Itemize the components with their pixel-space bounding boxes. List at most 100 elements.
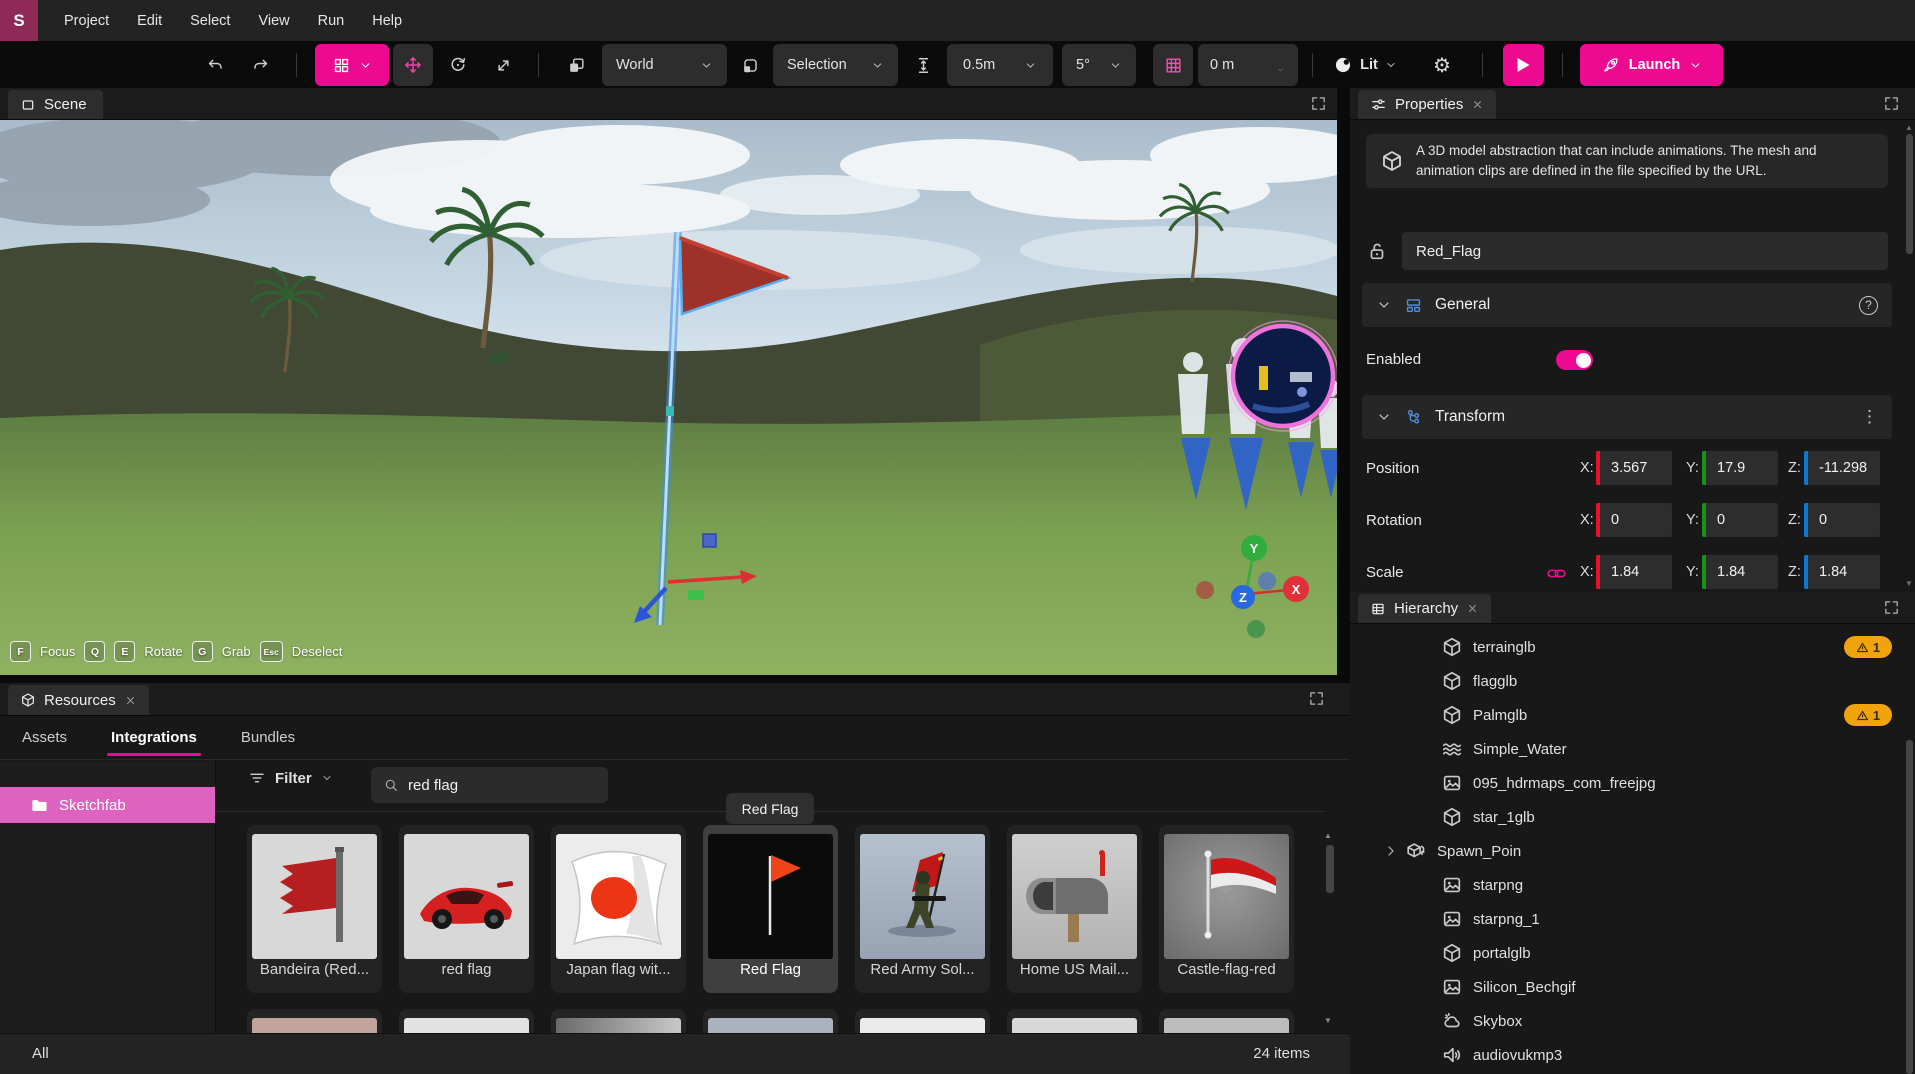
position-y-input[interactable]: 17.9	[1702, 451, 1778, 485]
filter-button[interactable]: Filter	[248, 769, 333, 787]
menu-project[interactable]: Project	[50, 0, 123, 41]
bounding-box-button[interactable]	[732, 44, 768, 86]
menu-run[interactable]: Run	[304, 0, 359, 41]
asset-card-partial[interactable]	[247, 1009, 382, 1033]
scroll-down-icon[interactable]: ▼	[1905, 579, 1913, 588]
asset-card-partial[interactable]	[703, 1009, 838, 1033]
hierarchy-item[interactable]: flagglb	[1350, 664, 1898, 698]
kebab-menu-icon[interactable]: ⋮	[1861, 407, 1878, 427]
hierarchy-item[interactable]: 095_hdrmaps_com_freejpg	[1350, 766, 1898, 800]
close-icon[interactable]	[1471, 98, 1484, 111]
rotate-tool-button[interactable]	[440, 44, 476, 86]
expand-icon[interactable]	[1310, 95, 1328, 113]
section-transform-header[interactable]: Transform ⋮	[1362, 395, 1892, 439]
asset-card-partial[interactable]	[551, 1009, 686, 1033]
lock-open-icon[interactable]	[1366, 240, 1388, 262]
undo-button[interactable]	[197, 44, 233, 86]
position-z-input[interactable]: -11.298	[1804, 451, 1880, 485]
menu-view[interactable]: View	[244, 0, 303, 41]
rotation-z-input[interactable]: 0	[1804, 503, 1880, 537]
hierarchy-item[interactable]: Silicon_Bechgif	[1350, 970, 1898, 1004]
grid-scrollbar[interactable]	[1326, 845, 1334, 893]
launch-button[interactable]: Launch	[1580, 44, 1723, 86]
step-height-icon[interactable]	[905, 44, 941, 86]
expand-icon[interactable]	[1883, 95, 1901, 113]
asset-card[interactable]: Red Army Sol...	[855, 825, 990, 993]
subtab-bundles[interactable]: Bundles	[219, 716, 317, 760]
elevation-stepper[interactable]: 0 m	[1198, 44, 1298, 86]
subtab-assets[interactable]: Assets	[0, 716, 89, 760]
hierarchy-item[interactable]: portalglb	[1350, 936, 1898, 970]
asset-card-partial[interactable]	[1007, 1009, 1142, 1033]
asset-card-partial[interactable]	[1159, 1009, 1294, 1033]
key-e: E	[114, 641, 135, 662]
scroll-up-icon[interactable]: ▲	[1324, 831, 1332, 840]
tab-properties[interactable]: Properties	[1358, 90, 1496, 119]
section-general-header[interactable]: General ?	[1362, 283, 1892, 327]
render-mode-dropdown[interactable]: Lit	[1322, 44, 1408, 86]
chevron-right-icon[interactable]	[1383, 843, 1399, 859]
enabled-toggle[interactable]	[1556, 350, 1593, 370]
duplicate-button[interactable]	[558, 44, 594, 86]
redo-button[interactable]	[242, 44, 278, 86]
move-tool-button[interactable]	[393, 44, 433, 86]
rotation-y-input[interactable]: 0	[1702, 503, 1778, 537]
asset-card[interactable]: Japan flag wit...	[551, 825, 686, 993]
hierarchy-scrollbar[interactable]	[1906, 740, 1913, 1074]
space-mode-dropdown[interactable]: World	[602, 44, 727, 86]
hierarchy-item[interactable]: Skybox	[1350, 1004, 1898, 1038]
help-icon[interactable]: ?	[1859, 296, 1878, 315]
scale-y-input[interactable]: 1.84	[1702, 555, 1778, 589]
sidebar-item-sketchfab[interactable]: Sketchfab	[0, 787, 215, 823]
pivot-mode-dropdown[interactable]: Selection	[773, 44, 898, 86]
hierarchy-item[interactable]: terrainglb 1	[1350, 630, 1898, 664]
scale-x-input[interactable]: 1.84	[1596, 555, 1672, 589]
asset-card-selected[interactable]: Red Flag	[703, 825, 838, 993]
hierarchy-item[interactable]: Spawn_Poin	[1350, 834, 1898, 868]
asset-card-partial[interactable]	[399, 1009, 534, 1033]
step-up-icon[interactable]	[1275, 57, 1286, 65]
scroll-up-icon[interactable]: ▲	[1905, 123, 1913, 132]
search-input[interactable]	[408, 777, 578, 794]
hierarchy-item[interactable]: starpng_1	[1350, 902, 1898, 936]
scroll-down-icon[interactable]: ▼	[1324, 1016, 1332, 1025]
asset-card[interactable]: Home US Mail...	[1007, 825, 1142, 993]
close-icon[interactable]	[1466, 602, 1479, 615]
hierarchy-item[interactable]: audiovukmp3	[1350, 1038, 1898, 1072]
menu-edit[interactable]: Edit	[123, 0, 176, 41]
grid-toggle-button[interactable]	[1153, 44, 1193, 86]
close-icon[interactable]	[124, 694, 137, 707]
asset-card-partial[interactable]	[855, 1009, 990, 1033]
viewport-3d[interactable]: Y X Z F Focus Q E Rotate G Grab Esc Dese…	[0, 120, 1337, 675]
add-object-button[interactable]	[315, 44, 389, 86]
tab-scene[interactable]: Scene	[8, 90, 103, 119]
subtab-integrations[interactable]: Integrations	[89, 716, 219, 760]
scale-z-input[interactable]: 1.84	[1804, 555, 1880, 589]
menu-select[interactable]: Select	[176, 0, 244, 41]
angle-snap-dropdown[interactable]: 5°	[1062, 44, 1136, 86]
tab-resources[interactable]: Resources	[8, 685, 149, 715]
entity-name-field[interactable]: Red_Flag	[1402, 232, 1888, 270]
asset-card[interactable]: Bandeira (Red...	[247, 825, 382, 993]
play-button[interactable]	[1503, 44, 1544, 86]
search-box[interactable]	[371, 767, 608, 803]
menu-help[interactable]: Help	[358, 0, 416, 41]
app-logo[interactable]: S	[0, 0, 38, 41]
grid-snap-dropdown[interactable]: 0.5m	[947, 44, 1053, 86]
tab-hierarchy[interactable]: Hierarchy	[1358, 594, 1491, 623]
asset-card[interactable]: Castle-flag-red	[1159, 825, 1294, 993]
expand-icon[interactable]	[1308, 690, 1326, 708]
scale-tool-button[interactable]	[485, 44, 521, 86]
hierarchy-item[interactable]: star_1glb	[1350, 800, 1898, 834]
scale-link-icon[interactable]	[1546, 563, 1567, 584]
step-down-icon[interactable]	[1275, 66, 1286, 74]
settings-gear-button[interactable]: ⚙	[1424, 44, 1460, 86]
rotation-x-input[interactable]: 0	[1596, 503, 1672, 537]
position-x-input[interactable]: 3.567	[1596, 451, 1672, 485]
properties-scrollbar[interactable]	[1906, 134, 1913, 254]
hierarchy-item[interactable]: starpng	[1350, 868, 1898, 902]
hierarchy-item[interactable]: Simple_Water	[1350, 732, 1898, 766]
asset-card[interactable]: red flag	[399, 825, 534, 993]
expand-icon[interactable]	[1883, 599, 1901, 617]
hierarchy-item[interactable]: Palmglb 1	[1350, 698, 1898, 732]
